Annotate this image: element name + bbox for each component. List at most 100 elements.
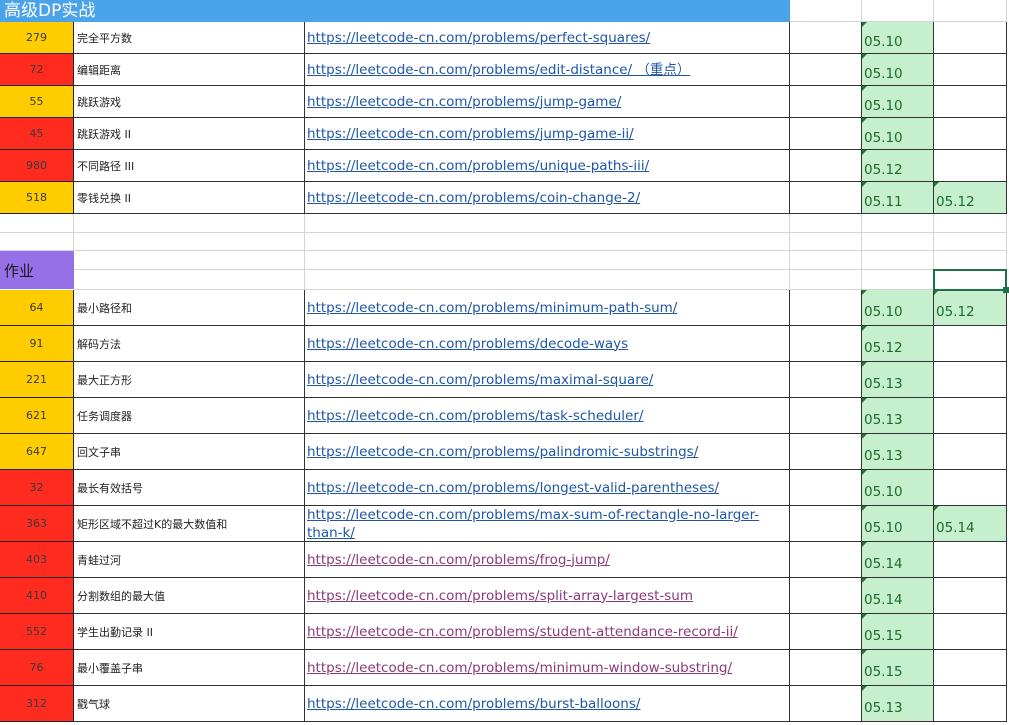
date-cell-2[interactable]: 05.14 <box>934 506 1007 542</box>
empty-cell[interactable] <box>862 233 934 251</box>
date-cell-1[interactable]: 05.10 <box>862 86 934 118</box>
problem-number-cell[interactable]: 72 <box>0 54 74 86</box>
problem-number-cell[interactable]: 621 <box>0 398 74 434</box>
selected-cell[interactable] <box>933 269 1007 291</box>
problem-url-cell[interactable]: https://leetcode-cn.com/problems/jump-ga… <box>305 118 790 150</box>
problem-url-cell[interactable]: https://leetcode-cn.com/problems/split-a… <box>305 578 790 614</box>
problem-url-cell[interactable]: https://leetcode-cn.com/problems/perfect… <box>305 22 790 54</box>
date-cell-2[interactable]: 05.12 <box>934 290 1007 326</box>
date-cell-1[interactable]: 05.10 <box>862 54 934 86</box>
empty-cell[interactable] <box>790 362 862 398</box>
empty-cell[interactable] <box>790 614 862 650</box>
problem-name-cell[interactable]: 跳跃游戏 <box>74 86 305 118</box>
spreadsheet-grid[interactable]: 279 完全平方数 https://leetcode-cn.com/problems… <box>0 0 1009 725</box>
problem-name-cell[interactable]: 学生出勤记录 II <box>74 614 305 650</box>
problem-link[interactable]: https://leetcode-cn.com/problems/max-sum… <box>307 506 789 541</box>
date-cell-2[interactable] <box>934 118 1007 150</box>
problem-link[interactable]: https://leetcode-cn.com/problems/palindr… <box>307 443 698 461</box>
problem-name-cell[interactable]: 青蛙过河 <box>74 542 305 578</box>
date-cell-2[interactable] <box>934 398 1007 434</box>
problem-url-cell[interactable]: https://leetcode-cn.com/problems/decode-… <box>305 326 790 362</box>
date-cell-1[interactable]: 05.15 <box>862 614 934 650</box>
problem-number-cell[interactable]: 647 <box>0 434 74 470</box>
problem-name-cell[interactable]: 戳气球 <box>74 686 305 722</box>
problem-url-cell[interactable]: https://leetcode-cn.com/problems/student… <box>305 614 790 650</box>
date-cell-2[interactable]: 05.12 <box>934 182 1007 214</box>
empty-cell[interactable] <box>790 150 862 182</box>
problem-link[interactable]: https://leetcode-cn.com/problems/maximal… <box>307 371 653 389</box>
date-cell-2[interactable] <box>934 470 1007 506</box>
empty-cell[interactable] <box>790 686 862 722</box>
problem-number-cell[interactable]: 552 <box>0 614 74 650</box>
problem-link[interactable]: https://leetcode-cn.com/problems/jump-ga… <box>307 93 621 111</box>
problem-name-cell[interactable]: 最小覆盖子串 <box>74 650 305 686</box>
problem-url-cell[interactable]: https://leetcode-cn.com/problems/minimum… <box>305 650 790 686</box>
empty-cell[interactable] <box>790 326 862 362</box>
problem-name-cell[interactable]: 不同路径 III <box>74 150 305 182</box>
date-cell-2[interactable] <box>934 22 1007 54</box>
empty-cell[interactable] <box>862 270 934 290</box>
date-cell-2[interactable] <box>934 150 1007 182</box>
problem-name-cell[interactable]: 解码方法 <box>74 326 305 362</box>
empty-cell[interactable] <box>934 0 1007 22</box>
empty-cell[interactable] <box>305 251 790 270</box>
problem-url-cell[interactable]: https://leetcode-cn.com/problems/task-sc… <box>305 398 790 434</box>
empty-cell[interactable] <box>74 233 305 251</box>
empty-cell[interactable] <box>790 54 862 86</box>
problem-number-cell[interactable]: 221 <box>0 362 74 398</box>
problem-name-cell[interactable]: 矩形区域不超过K的最大数值和 <box>74 506 305 542</box>
problem-url-cell[interactable]: https://leetcode-cn.com/problems/burst-b… <box>305 686 790 722</box>
empty-cell[interactable] <box>790 398 862 434</box>
problem-url-cell[interactable]: https://leetcode-cn.com/problems/longest… <box>305 470 790 506</box>
date-cell-1[interactable]: 05.15 <box>862 650 934 686</box>
date-cell-1[interactable]: 05.12 <box>862 326 934 362</box>
empty-cell[interactable] <box>934 214 1007 233</box>
empty-cell[interactable] <box>74 214 305 233</box>
empty-cell[interactable] <box>74 251 305 270</box>
problem-name-cell[interactable]: 回文子串 <box>74 434 305 470</box>
empty-cell[interactable] <box>790 233 862 251</box>
problem-url-cell[interactable]: https://leetcode-cn.com/problems/max-sum… <box>305 506 790 542</box>
empty-cell[interactable] <box>305 214 790 233</box>
date-cell-2[interactable] <box>934 650 1007 686</box>
problem-number-cell[interactable]: 55 <box>0 86 74 118</box>
empty-cell[interactable] <box>790 118 862 150</box>
date-cell-2[interactable] <box>934 686 1007 722</box>
date-cell-2[interactable] <box>934 434 1007 470</box>
empty-cell[interactable] <box>0 233 74 251</box>
empty-cell[interactable] <box>790 270 862 290</box>
problem-url-cell[interactable]: https://leetcode-cn.com/problems/unique-… <box>305 150 790 182</box>
empty-cell[interactable] <box>790 650 862 686</box>
date-cell-1[interactable]: 05.13 <box>862 362 934 398</box>
empty-cell[interactable] <box>790 22 862 54</box>
date-cell-1[interactable]: 05.13 <box>862 686 934 722</box>
date-cell-2[interactable] <box>934 542 1007 578</box>
date-cell-1[interactable]: 05.14 <box>862 578 934 614</box>
problem-link[interactable]: https://leetcode-cn.com/problems/coin-ch… <box>307 189 640 207</box>
problem-number-cell[interactable]: 518 <box>0 182 74 214</box>
problem-link[interactable]: https://leetcode-cn.com/problems/perfect… <box>307 29 650 47</box>
problem-name-cell[interactable]: 任务调度器 <box>74 398 305 434</box>
problem-name-cell[interactable]: 最大正方形 <box>74 362 305 398</box>
problem-name-cell[interactable]: 编辑距离 <box>74 54 305 86</box>
date-cell-1[interactable]: 05.10 <box>862 470 934 506</box>
date-cell-1[interactable]: 05.10 <box>862 290 934 326</box>
date-cell-1[interactable]: 05.10 <box>862 506 934 542</box>
problem-link[interactable]: https://leetcode-cn.com/problems/edit-di… <box>307 61 690 79</box>
empty-cell[interactable] <box>790 290 862 326</box>
problem-url-cell[interactable]: https://leetcode-cn.com/problems/palindr… <box>305 434 790 470</box>
problem-number-cell[interactable]: 403 <box>0 542 74 578</box>
problem-link[interactable]: https://leetcode-cn.com/problems/burst-b… <box>307 695 640 713</box>
date-cell-2[interactable] <box>934 362 1007 398</box>
date-cell-1[interactable]: 05.13 <box>862 398 934 434</box>
empty-cell[interactable] <box>790 578 862 614</box>
empty-cell[interactable] <box>305 233 790 251</box>
problem-number-cell[interactable]: 410 <box>0 578 74 614</box>
problem-link[interactable]: https://leetcode-cn.com/problems/split-a… <box>307 587 693 605</box>
problem-url-cell[interactable]: https://leetcode-cn.com/problems/jump-ga… <box>305 86 790 118</box>
empty-cell[interactable] <box>790 182 862 214</box>
empty-cell[interactable] <box>862 251 934 270</box>
empty-cell[interactable] <box>305 270 790 290</box>
empty-cell[interactable] <box>790 0 862 22</box>
empty-cell[interactable] <box>862 0 934 22</box>
